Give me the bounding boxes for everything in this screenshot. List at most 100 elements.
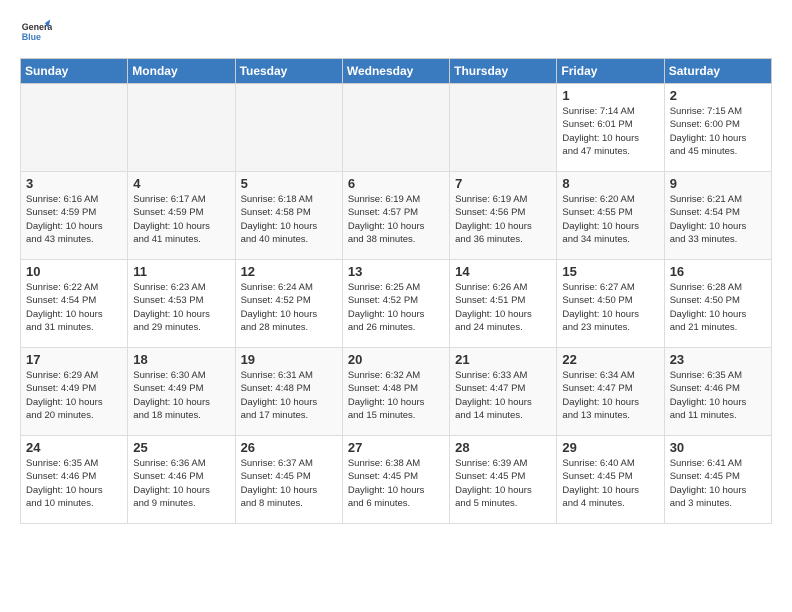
day-info: Sunrise: 7:15 AM Sunset: 6:00 PM Dayligh… [670, 105, 766, 158]
calendar-cell: 27 Sunrise: 6:38 AM Sunset: 4:45 PM Dayli… [342, 436, 449, 524]
calendar-week-row: 24 Sunrise: 6:35 AM Sunset: 4:46 PM Dayli… [21, 436, 772, 524]
calendar-cell: 28 Sunrise: 6:39 AM Sunset: 4:45 PM Dayli… [450, 436, 557, 524]
day-number: 25 [133, 440, 229, 455]
calendar-cell: 5 Sunrise: 6:18 AM Sunset: 4:58 PM Daylig… [235, 172, 342, 260]
day-number: 2 [670, 88, 766, 103]
day-info: Sunrise: 6:37 AM Sunset: 4:45 PM Dayligh… [241, 457, 337, 510]
calendar-cell: 21 Sunrise: 6:33 AM Sunset: 4:47 PM Dayli… [450, 348, 557, 436]
day-number: 29 [562, 440, 658, 455]
day-number: 5 [241, 176, 337, 191]
calendar-header-row: SundayMondayTuesdayWednesdayThursdayFrid… [21, 59, 772, 84]
calendar-cell: 10Sunrise: 6:22 AM Sunset: 4:54 PM Dayli… [21, 260, 128, 348]
day-number: 16 [670, 264, 766, 279]
calendar-week-row: 17 Sunrise: 6:29 AM Sunset: 4:49 PM Dayli… [21, 348, 772, 436]
day-number: 21 [455, 352, 551, 367]
day-number: 28 [455, 440, 551, 455]
calendar-cell: 17 Sunrise: 6:29 AM Sunset: 4:49 PM Dayli… [21, 348, 128, 436]
calendar-cell: 30Sunrise: 6:41 AM Sunset: 4:45 PM Dayli… [664, 436, 771, 524]
calendar-cell: 8 Sunrise: 6:20 AM Sunset: 4:55 PM Daylig… [557, 172, 664, 260]
weekday-header: Monday [128, 59, 235, 84]
calendar-cell: 2 Sunrise: 7:15 AM Sunset: 6:00 PM Daylig… [664, 84, 771, 172]
calendar-cell: 11 Sunrise: 6:23 AM Sunset: 4:53 PM Dayli… [128, 260, 235, 348]
day-info: Sunrise: 6:19 AM Sunset: 4:56 PM Dayligh… [455, 193, 551, 246]
weekday-header: Sunday [21, 59, 128, 84]
day-number: 8 [562, 176, 658, 191]
day-number: 15 [562, 264, 658, 279]
calendar-cell: 12Sunrise: 6:24 AM Sunset: 4:52 PM Dayli… [235, 260, 342, 348]
weekday-header: Tuesday [235, 59, 342, 84]
day-number: 14 [455, 264, 551, 279]
calendar-cell: 26 Sunrise: 6:37 AM Sunset: 4:45 PM Dayli… [235, 436, 342, 524]
weekday-header: Friday [557, 59, 664, 84]
calendar-cell: 7 Sunrise: 6:19 AM Sunset: 4:56 PM Daylig… [450, 172, 557, 260]
calendar-cell: 20 Sunrise: 6:32 AM Sunset: 4:48 PM Dayli… [342, 348, 449, 436]
day-info: Sunrise: 6:28 AM Sunset: 4:50 PM Dayligh… [670, 281, 766, 334]
day-info: Sunrise: 6:23 AM Sunset: 4:53 PM Dayligh… [133, 281, 229, 334]
calendar-week-row: 3 Sunrise: 6:16 AM Sunset: 4:59 PM Daylig… [21, 172, 772, 260]
day-number: 3 [26, 176, 122, 191]
day-info: Sunrise: 6:35 AM Sunset: 4:46 PM Dayligh… [670, 369, 766, 422]
calendar-cell: 23 Sunrise: 6:35 AM Sunset: 4:46 PM Dayli… [664, 348, 771, 436]
calendar-cell [450, 84, 557, 172]
weekday-header: Thursday [450, 59, 557, 84]
calendar-cell: 9 Sunrise: 6:21 AM Sunset: 4:54 PM Daylig… [664, 172, 771, 260]
day-number: 24 [26, 440, 122, 455]
day-info: Sunrise: 6:40 AM Sunset: 4:45 PM Dayligh… [562, 457, 658, 510]
day-number: 12 [241, 264, 337, 279]
day-info: Sunrise: 6:33 AM Sunset: 4:47 PM Dayligh… [455, 369, 551, 422]
day-info: Sunrise: 6:21 AM Sunset: 4:54 PM Dayligh… [670, 193, 766, 246]
day-number: 17 [26, 352, 122, 367]
day-info: Sunrise: 6:29 AM Sunset: 4:49 PM Dayligh… [26, 369, 122, 422]
logo-icon: General Blue [20, 16, 52, 48]
weekday-header: Saturday [664, 59, 771, 84]
calendar-cell: 1 Sunrise: 7:14 AM Sunset: 6:01 PM Daylig… [557, 84, 664, 172]
calendar-cell: 6 Sunrise: 6:19 AM Sunset: 4:57 PM Daylig… [342, 172, 449, 260]
day-number: 6 [348, 176, 444, 191]
day-info: Sunrise: 6:30 AM Sunset: 4:49 PM Dayligh… [133, 369, 229, 422]
day-number: 22 [562, 352, 658, 367]
day-number: 26 [241, 440, 337, 455]
day-info: Sunrise: 6:18 AM Sunset: 4:58 PM Dayligh… [241, 193, 337, 246]
day-number: 4 [133, 176, 229, 191]
day-info: Sunrise: 6:16 AM Sunset: 4:59 PM Dayligh… [26, 193, 122, 246]
day-number: 23 [670, 352, 766, 367]
calendar-cell: 3 Sunrise: 6:16 AM Sunset: 4:59 PM Daylig… [21, 172, 128, 260]
calendar-cell: 4 Sunrise: 6:17 AM Sunset: 4:59 PM Daylig… [128, 172, 235, 260]
calendar-table: SundayMondayTuesdayWednesdayThursdayFrid… [20, 58, 772, 524]
calendar-week-row: 1 Sunrise: 7:14 AM Sunset: 6:01 PM Daylig… [21, 84, 772, 172]
day-number: 1 [562, 88, 658, 103]
page-header: General Blue [20, 16, 772, 48]
day-info: Sunrise: 6:19 AM Sunset: 4:57 PM Dayligh… [348, 193, 444, 246]
logo: General Blue [20, 16, 52, 48]
day-info: Sunrise: 6:26 AM Sunset: 4:51 PM Dayligh… [455, 281, 551, 334]
calendar-cell: 25 Sunrise: 6:36 AM Sunset: 4:46 PM Dayli… [128, 436, 235, 524]
calendar-cell [235, 84, 342, 172]
day-number: 20 [348, 352, 444, 367]
calendar-body: 1 Sunrise: 7:14 AM Sunset: 6:01 PM Daylig… [21, 84, 772, 524]
day-number: 30 [670, 440, 766, 455]
day-number: 7 [455, 176, 551, 191]
day-number: 10 [26, 264, 122, 279]
day-info: Sunrise: 7:14 AM Sunset: 6:01 PM Dayligh… [562, 105, 658, 158]
day-info: Sunrise: 6:36 AM Sunset: 4:46 PM Dayligh… [133, 457, 229, 510]
day-info: Sunrise: 6:38 AM Sunset: 4:45 PM Dayligh… [348, 457, 444, 510]
calendar-cell: 14 Sunrise: 6:26 AM Sunset: 4:51 PM Dayli… [450, 260, 557, 348]
calendar-cell: 22 Sunrise: 6:34 AM Sunset: 4:47 PM Dayli… [557, 348, 664, 436]
calendar-week-row: 10Sunrise: 6:22 AM Sunset: 4:54 PM Dayli… [21, 260, 772, 348]
day-info: Sunrise: 6:17 AM Sunset: 4:59 PM Dayligh… [133, 193, 229, 246]
calendar-cell [21, 84, 128, 172]
day-info: Sunrise: 6:39 AM Sunset: 4:45 PM Dayligh… [455, 457, 551, 510]
day-number: 9 [670, 176, 766, 191]
day-info: Sunrise: 6:34 AM Sunset: 4:47 PM Dayligh… [562, 369, 658, 422]
day-info: Sunrise: 6:20 AM Sunset: 4:55 PM Dayligh… [562, 193, 658, 246]
day-info: Sunrise: 6:31 AM Sunset: 4:48 PM Dayligh… [241, 369, 337, 422]
calendar-cell: 29 Sunrise: 6:40 AM Sunset: 4:45 PM Dayli… [557, 436, 664, 524]
day-info: Sunrise: 6:35 AM Sunset: 4:46 PM Dayligh… [26, 457, 122, 510]
calendar-cell: 13Sunrise: 6:25 AM Sunset: 4:52 PM Dayli… [342, 260, 449, 348]
day-info: Sunrise: 6:32 AM Sunset: 4:48 PM Dayligh… [348, 369, 444, 422]
calendar-cell: 18Sunrise: 6:30 AM Sunset: 4:49 PM Dayli… [128, 348, 235, 436]
day-number: 27 [348, 440, 444, 455]
day-info: Sunrise: 6:27 AM Sunset: 4:50 PM Dayligh… [562, 281, 658, 334]
day-info: Sunrise: 6:25 AM Sunset: 4:52 PM Dayligh… [348, 281, 444, 334]
day-number: 11 [133, 264, 229, 279]
